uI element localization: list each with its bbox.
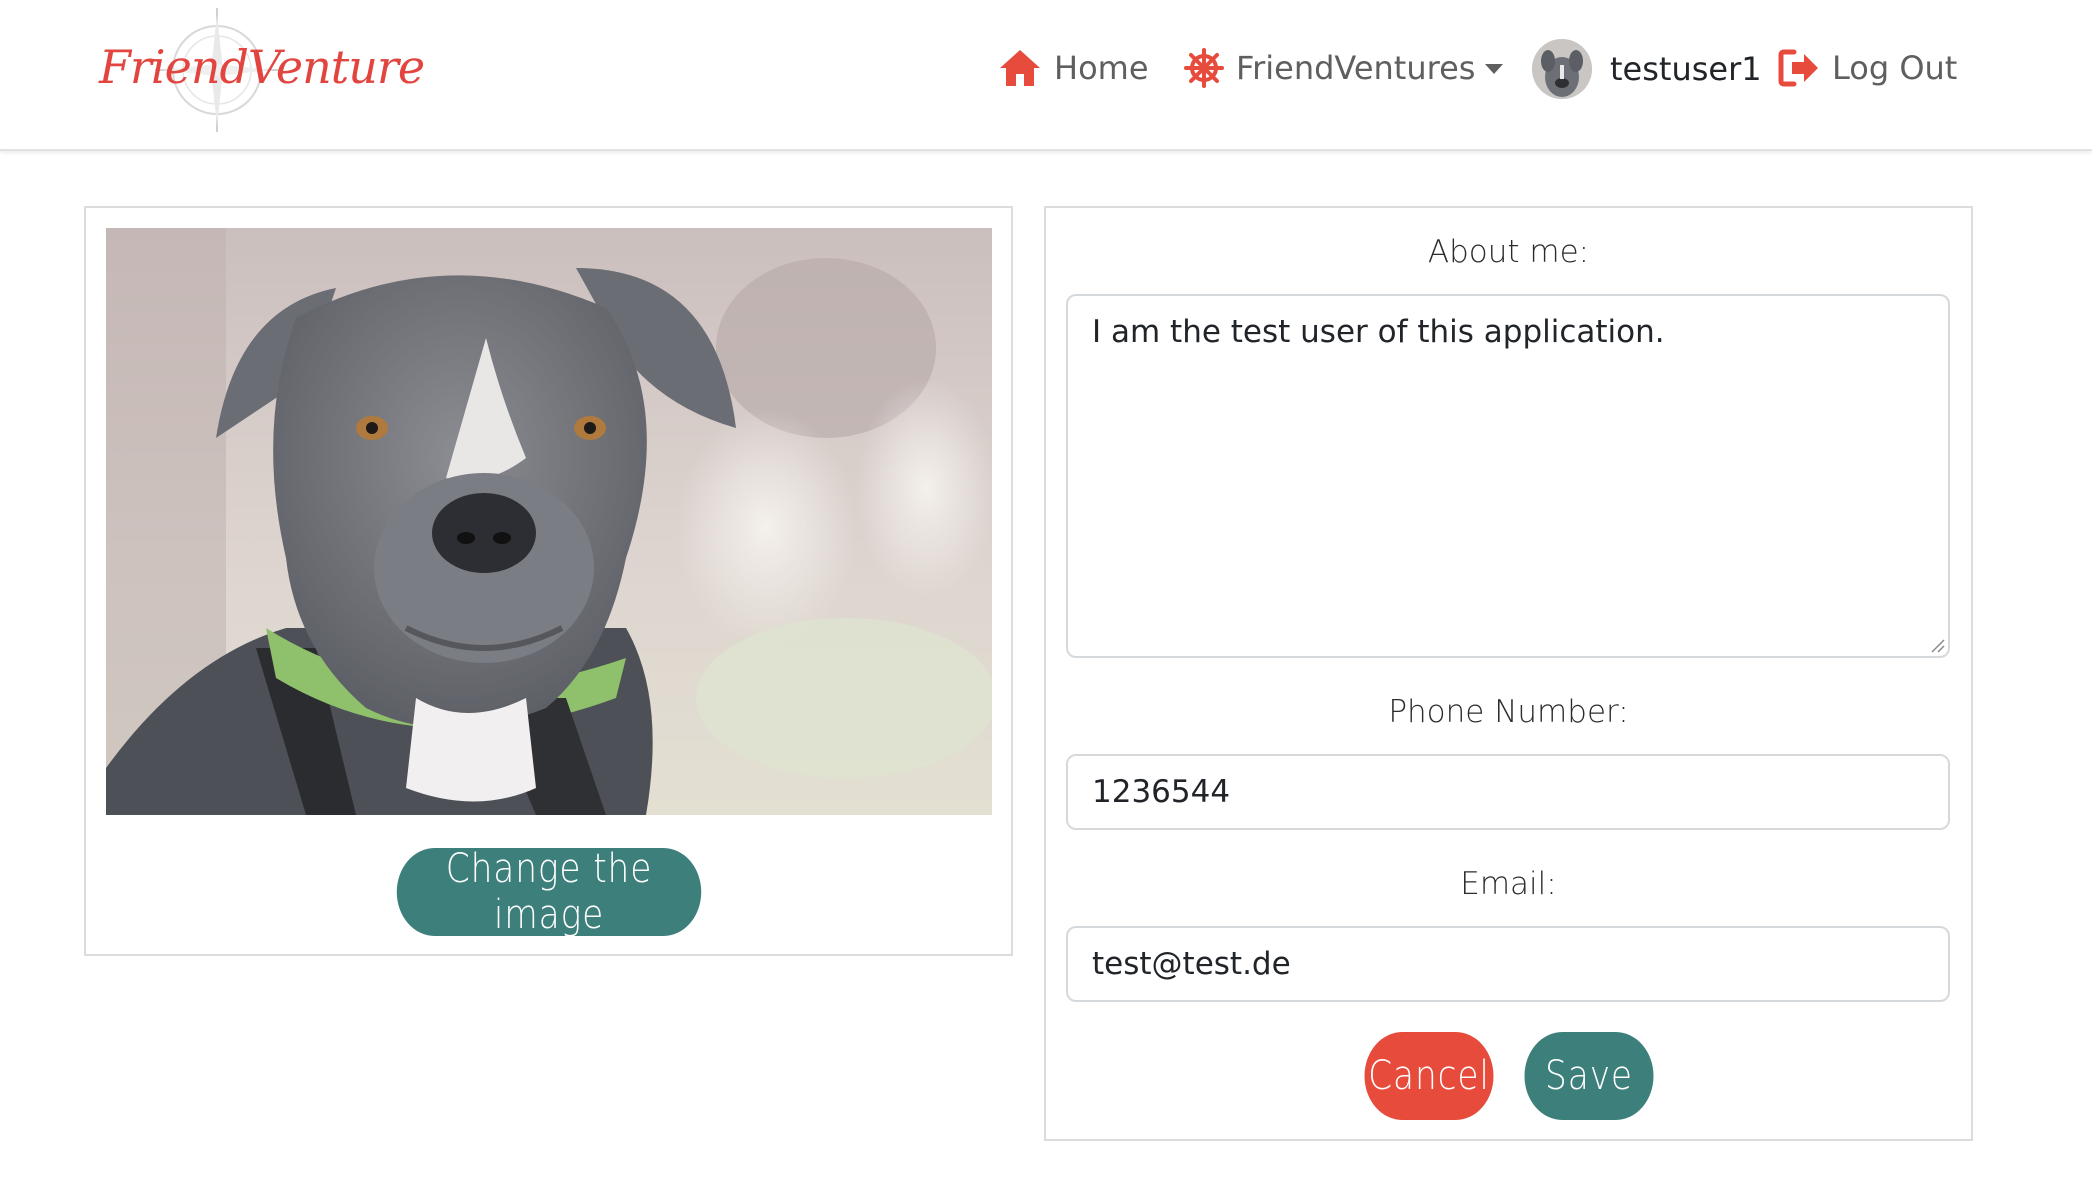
ship-wheel-icon [1184, 48, 1224, 88]
cancel-button[interactable]: Cancel [1364, 1032, 1494, 1120]
phone-number-input[interactable] [1066, 754, 1950, 830]
navbar: FriendVenture Home FriendVentures testus… [0, 0, 2092, 151]
nav-friendventures-label: FriendVentures [1236, 49, 1476, 87]
chevron-down-icon [1485, 64, 1504, 74]
avatar [1532, 39, 1592, 99]
profile-form-card: About me: I am the test user of this app… [1044, 206, 1973, 1141]
change-image-button[interactable]: Change the image [396, 846, 702, 938]
nav-logout-label: Log Out [1832, 49, 1958, 87]
home-icon [1000, 50, 1040, 86]
nav-username: testuser1 [1610, 50, 1762, 88]
profile-photo [106, 228, 992, 815]
nav-friendventures-dropdown[interactable]: FriendVentures [1184, 44, 1504, 92]
nav-home-link[interactable]: Home [998, 44, 1149, 92]
about-me-label: About me: [1427, 234, 1590, 270]
about-me-textarea[interactable]: I am the test user of this application. [1066, 294, 1950, 658]
email-input[interactable] [1066, 926, 1950, 1002]
dog-photo [106, 228, 992, 815]
phone-number-label: Phone Number: [1388, 694, 1629, 730]
brand-name: FriendVenture [99, 40, 425, 94]
email-label: Email: [1460, 866, 1557, 902]
nav-logout-link[interactable]: Log Out [1778, 44, 1957, 92]
brand-logo[interactable]: FriendVenture [95, 6, 425, 134]
nav-user-profile[interactable]: testuser1 [1532, 38, 1762, 100]
profile-image-card: Change the image [84, 206, 1013, 956]
sign-out-icon [1778, 49, 1818, 87]
nav-home-label: Home [1054, 49, 1149, 87]
save-button[interactable]: Save [1524, 1032, 1654, 1120]
resize-handle-icon[interactable] [1930, 638, 1946, 654]
